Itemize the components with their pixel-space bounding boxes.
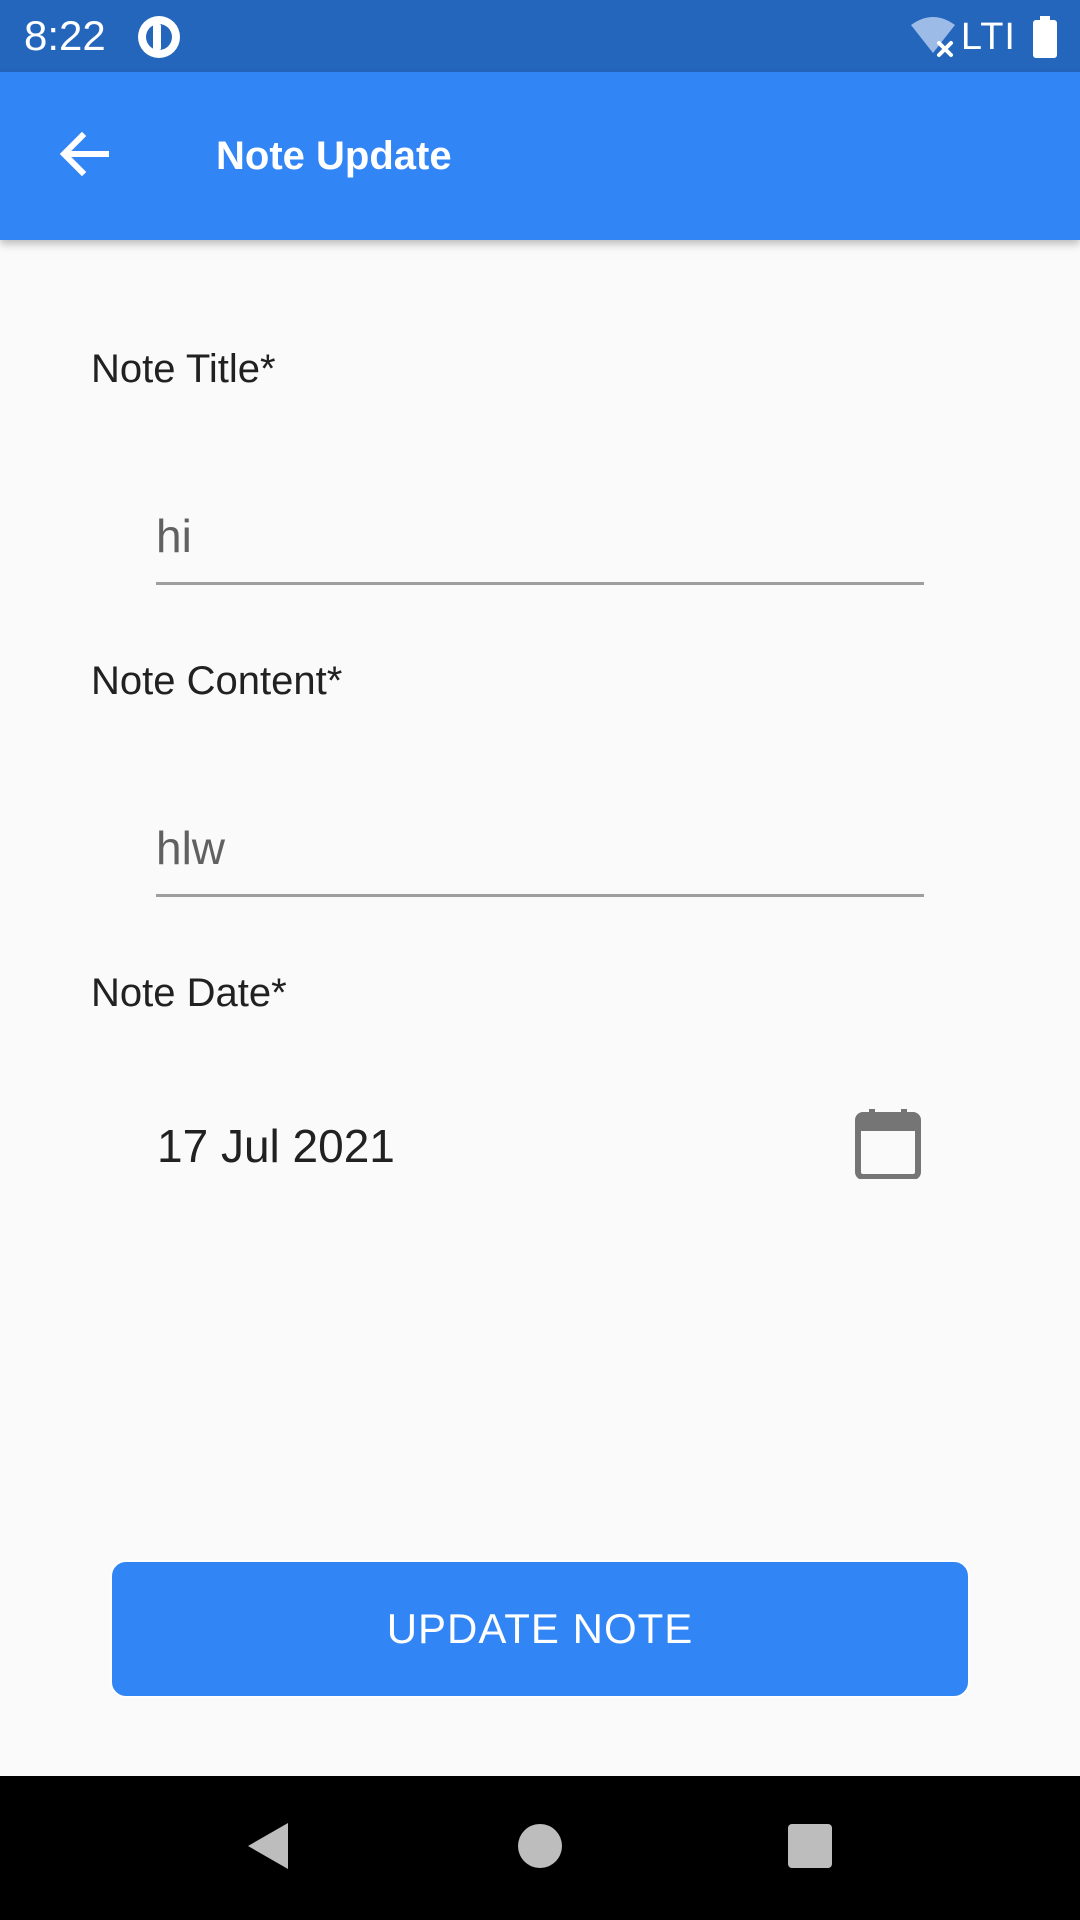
status-time: 8:22 bbox=[24, 12, 106, 59]
app-bar: Note Update bbox=[0, 72, 1080, 240]
status-indicators: LTI bbox=[909, 12, 1058, 62]
system-nav-bar bbox=[0, 1776, 1080, 1920]
network-label: LTI bbox=[960, 16, 1016, 58]
nav-back-button[interactable] bbox=[198, 1776, 338, 1920]
note-content-input[interactable] bbox=[156, 818, 924, 878]
note-content-field[interactable] bbox=[156, 784, 924, 897]
update-note-button[interactable]: UPDATE NOTE bbox=[110, 1560, 970, 1698]
nav-home-button[interactable] bbox=[470, 1776, 610, 1920]
note-content-label: Note Content* bbox=[91, 659, 343, 703]
note-title-field[interactable] bbox=[156, 472, 924, 585]
note-title-input[interactable] bbox=[156, 506, 924, 566]
back-button[interactable] bbox=[40, 116, 128, 196]
calendar-icon bbox=[855, 1108, 921, 1184]
nav-recents-button[interactable] bbox=[740, 1776, 880, 1920]
calendar-button[interactable] bbox=[850, 1108, 926, 1184]
note-date-label: Note Date* bbox=[91, 971, 287, 1015]
page-title: Note Update bbox=[216, 134, 452, 178]
battery-icon bbox=[1032, 16, 1058, 58]
note-title-label: Note Title* bbox=[91, 347, 276, 391]
arrow-back-icon bbox=[56, 126, 112, 187]
app-notification-icon bbox=[136, 14, 182, 60]
back-triangle-icon bbox=[244, 1821, 292, 1876]
home-circle-icon bbox=[516, 1822, 564, 1875]
note-date-value[interactable]: 17 Jul 2021 bbox=[157, 1118, 395, 1174]
recents-square-icon bbox=[786, 1822, 834, 1875]
status-bar: 8:22 LTI bbox=[0, 0, 1080, 72]
wifi-off-icon bbox=[909, 15, 957, 59]
